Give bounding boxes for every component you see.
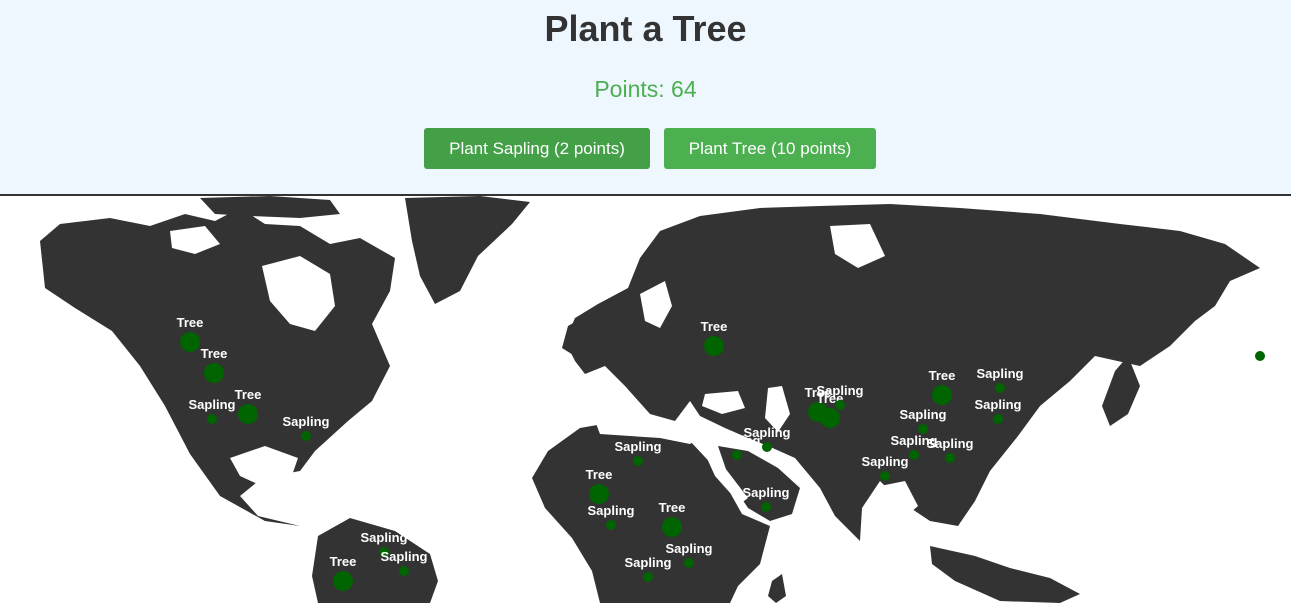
tree-dot [662, 517, 682, 537]
greenland-landmass [405, 196, 530, 304]
sapling-dot [207, 414, 217, 424]
marker-label: Sapling [975, 397, 1022, 412]
sapling-dot [732, 450, 742, 460]
sapling-dot [761, 502, 771, 512]
points-counter: Points: 64 [594, 76, 697, 102]
marker-label: Sapling [862, 454, 909, 469]
tree-dot [820, 408, 840, 428]
marker-label: Tree [235, 387, 262, 402]
sapling-dot [835, 400, 845, 410]
sapling-dot [762, 442, 772, 452]
marker-label: Tree [929, 368, 956, 383]
page-title: Plant a Tree [544, 8, 747, 49]
marker-label: Sapling [1237, 334, 1284, 349]
marker-label: Sapling [977, 366, 1024, 381]
world-map-canvas[interactable]: TreeTreeTreeSaplingSaplingSaplingSapling… [0, 196, 1291, 603]
southeast-asia-islands-landmass [930, 546, 1080, 603]
marker-label: Sapling [189, 397, 236, 412]
marker-label: Sapling [361, 530, 408, 545]
marker-label: Tree [659, 500, 686, 515]
marker-label: Sapling [744, 425, 791, 440]
tree-dot [932, 385, 952, 405]
sapling-dot [606, 520, 616, 530]
madagascar-landmass [768, 574, 786, 603]
sapling-dot [880, 471, 890, 481]
marker-label: Sapling [817, 383, 864, 398]
marker-label: Sapling [927, 436, 974, 451]
marker-label: Tree [330, 554, 357, 569]
arctic-islands-landmass [200, 196, 340, 218]
sapling-dot [995, 383, 1005, 393]
tree-dot [238, 404, 258, 424]
sapling-dot [993, 414, 1003, 424]
marker-label: Tree [201, 346, 228, 361]
plant-sapling-button[interactable]: Plant Sapling (2 points) [424, 128, 650, 169]
marker-label: Tree [586, 467, 613, 482]
marker-label: Sapling [588, 503, 635, 518]
marker-label: Sapling [900, 407, 947, 422]
marker-label: Sapling [666, 541, 713, 556]
tree-dot [589, 484, 609, 504]
marker-label: Sapling [615, 439, 662, 454]
game-header: Plant a Tree Points: 64 Plant Sapling (2… [0, 0, 1291, 196]
sapling-dot [909, 450, 919, 460]
tree-dot [180, 332, 200, 352]
sapling-dot [643, 572, 653, 582]
marker-label: Sapling [743, 485, 790, 500]
tree-dot [204, 363, 224, 383]
sapling-dot [399, 566, 409, 576]
sapling-dot [633, 456, 643, 466]
marker-label: Sapling [381, 549, 428, 564]
tree-dot [333, 571, 353, 591]
japan-landmass [1102, 356, 1140, 426]
world-map[interactable]: Tree Tree Tree Sapling Sapling Sapling Sapling… [0, 196, 1291, 603]
sapling-marker: Sapling [1237, 334, 1284, 361]
sapling-dot [301, 431, 311, 441]
marker-label: Sapling [625, 555, 672, 570]
plant-tree-button[interactable]: Plant Tree (10 points) [664, 128, 876, 169]
marker-label: Sapling [283, 414, 330, 429]
marker-label: Tree [701, 319, 728, 334]
sapling-dot [1255, 351, 1265, 361]
sapling-dot [945, 453, 955, 463]
sapling-dot [684, 558, 694, 568]
marker-label: Tree [177, 315, 204, 330]
tree-dot [704, 336, 724, 356]
